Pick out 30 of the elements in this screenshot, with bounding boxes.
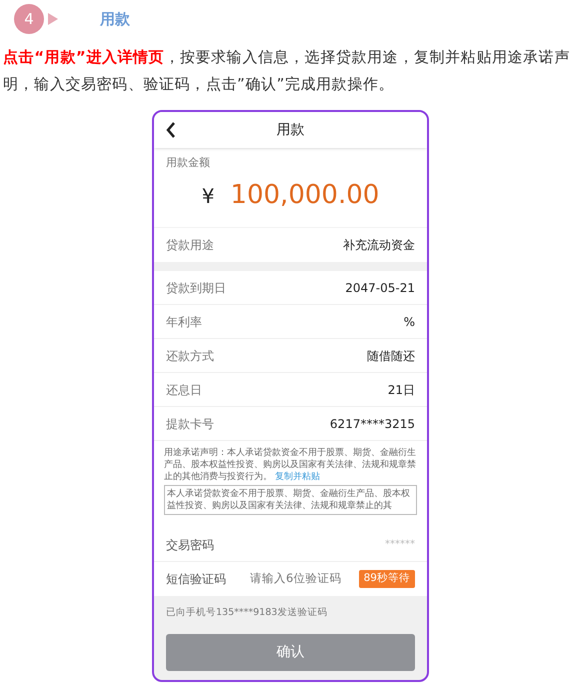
detail-value: % bbox=[404, 314, 415, 330]
back-icon[interactable] bbox=[166, 122, 176, 138]
purpose-value[interactable]: 补充流动资金 bbox=[343, 236, 415, 254]
amount-label: 用款金额 bbox=[166, 156, 211, 170]
detail-label: 还款方式 bbox=[166, 348, 214, 364]
statement-text: 用途承诺声明：本人承诺贷款资金不用于股票、期货、金融衍生产品、股本权益性投资、购房以及国家有关法律、法规和规章禁止的其他消费与投资行为。 复制并粘贴 bbox=[164, 447, 417, 483]
password-label: 交易密码 bbox=[166, 536, 214, 554]
copy-paste-link[interactable]: 复制并粘贴 bbox=[274, 472, 320, 482]
step-number-badge: 4 bbox=[14, 4, 44, 34]
triangle-icon bbox=[48, 13, 58, 25]
detail-value: 21日 bbox=[388, 382, 415, 398]
step-title: 用款 bbox=[100, 8, 130, 30]
amount-value: 100,000.00 bbox=[230, 179, 380, 212]
detail-value: 随借随还 bbox=[367, 348, 415, 364]
sms-code-label: 短信验证码 bbox=[166, 571, 227, 588]
password-field[interactable]: ****** bbox=[315, 537, 415, 552]
detail-value: 2047-05-21 bbox=[345, 280, 415, 296]
currency-symbol: ¥ bbox=[202, 182, 214, 210]
countdown-button[interactable]: 89秒等待 bbox=[358, 570, 415, 588]
detail-value: 6217****3215 bbox=[330, 416, 415, 432]
page-title: 用款 bbox=[276, 120, 304, 140]
sms-sent-note: 已向手机号135****9183发送验证码 bbox=[166, 606, 328, 620]
detail-label: 提款卡号 bbox=[166, 416, 214, 432]
detail-label: 还息日 bbox=[166, 382, 202, 398]
detail-label: 贷款到期日 bbox=[166, 280, 226, 296]
detail-label: 年利率 bbox=[166, 314, 202, 330]
sms-code-field[interactable]: 请输入6位验证码 bbox=[250, 570, 354, 588]
purpose-label: 贷款用途 bbox=[166, 237, 214, 254]
statement-textarea[interactable]: 本人承诺贷款资金不用于股票、期货、金融衍生产品、股本权益性投资、购房以及国家有关法律、法规和规章禁止的其 bbox=[164, 485, 417, 515]
instruction-text: 点击“用款”进入详情页，按要求输入信息，选择贷款用途，复制并粘贴用途承诺声明，输入交易密码、验证码，点击”确认”完成用款操作。 bbox=[2, 47, 571, 95]
